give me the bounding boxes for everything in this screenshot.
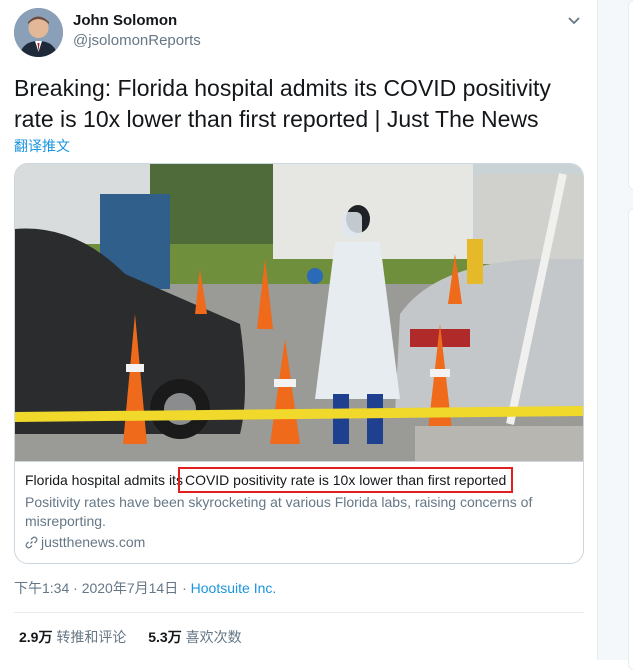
retweets-stat[interactable]: 2.9万 转推和评论 bbox=[19, 627, 126, 647]
card-domain: justthenews.com bbox=[41, 534, 146, 550]
card-image bbox=[15, 164, 583, 461]
right-card-top bbox=[628, 0, 633, 190]
card-title-highlight: COVID positivity rate is 10x lower than … bbox=[177, 467, 514, 493]
author-handle[interactable]: @jsolomonReports bbox=[73, 32, 201, 49]
tweet-panel: John Solomon @jsolomonReports Breaking: … bbox=[0, 0, 598, 660]
likes-label: 喜欢次数 bbox=[185, 629, 242, 645]
card-domain-row[interactable]: justthenews.com bbox=[25, 534, 145, 550]
link-icon bbox=[25, 536, 38, 549]
right-card-bottom bbox=[628, 208, 633, 670]
tweet-text: Breaking: Florida hospital admits its CO… bbox=[14, 75, 551, 132]
avatar[interactable] bbox=[14, 8, 63, 57]
tweet-stats: 2.9万 转推和评论 5.3万 喜欢次数 bbox=[19, 627, 260, 647]
avatar-image bbox=[14, 8, 63, 57]
tweet-source-link[interactable]: Hootsuite Inc. bbox=[191, 580, 277, 596]
author-name[interactable]: John Solomon bbox=[73, 12, 177, 29]
chevron-down-icon[interactable] bbox=[565, 12, 583, 30]
retweets-count: 2.9万 bbox=[19, 629, 53, 645]
card-title-prefix: Florida hospital admits its bbox=[25, 472, 183, 488]
card-title[interactable]: Florida hospital admits its COVID positiv… bbox=[25, 467, 514, 493]
likes-count: 5.3万 bbox=[148, 629, 182, 645]
link-card[interactable]: Florida hospital admits its COVID positiv… bbox=[14, 163, 584, 564]
card-body: Florida hospital admits its COVID positiv… bbox=[15, 461, 583, 563]
translate-tweet-link[interactable]: 翻译推文 bbox=[14, 136, 70, 156]
meta-separator: · bbox=[182, 580, 187, 596]
likes-stat[interactable]: 5.3万 喜欢次数 bbox=[148, 627, 241, 647]
tweet-meta: 下午1:34 · 2020年7月14日 · Hootsuite Inc. bbox=[14, 578, 276, 598]
divider bbox=[14, 612, 584, 613]
timestamp[interactable]: 下午1:34 · 2020年7月14日 bbox=[14, 580, 178, 596]
retweets-label: 转推和评论 bbox=[56, 629, 127, 645]
card-description: Positivity rates have been skyrocketing … bbox=[25, 494, 533, 529]
